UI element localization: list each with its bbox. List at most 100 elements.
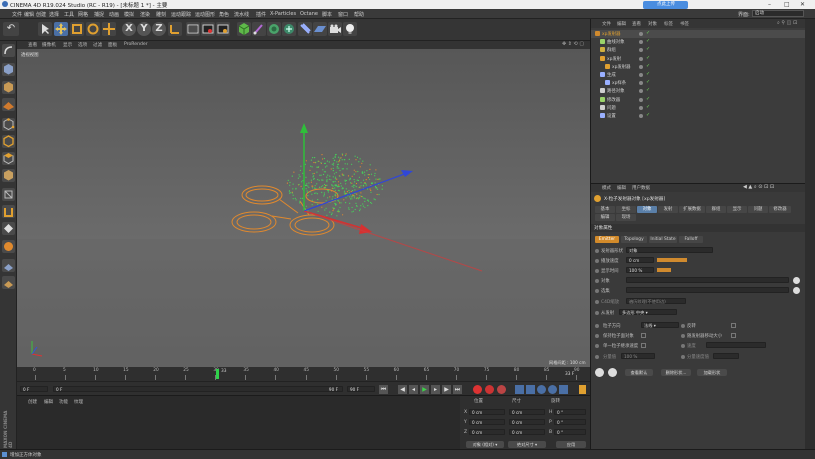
visibility-dots[interactable] xyxy=(639,114,643,118)
vp-menu-display[interactable]: 显示 xyxy=(63,42,72,48)
undo-icon[interactable]: ↶ xyxy=(3,22,19,36)
tab-questions[interactable]: 问题 xyxy=(748,206,768,213)
coord-pos-x[interactable]: 0 cm xyxy=(469,409,505,415)
coord-apply-button[interactable]: 应用 xyxy=(556,441,586,448)
field-dot[interactable] xyxy=(681,344,685,348)
minimize-icon[interactable]: – xyxy=(768,1,771,8)
enable-check-icon[interactable]: ✓ xyxy=(646,96,650,102)
vp-menu-options[interactable]: 选项 xyxy=(78,42,87,48)
workplane-icon[interactable] xyxy=(2,98,15,111)
field-dot[interactable] xyxy=(595,289,599,293)
opt-speed-field[interactable] xyxy=(706,342,766,348)
visibility-dots[interactable] xyxy=(639,40,643,45)
move-tool-icon[interactable] xyxy=(54,22,68,36)
enable-check-icon[interactable]: ✓ xyxy=(646,79,650,85)
texture-mode-icon[interactable] xyxy=(2,81,15,94)
selection-picker-icon[interactable] xyxy=(793,287,800,294)
enable-check-icon[interactable]: ✓ xyxy=(646,55,650,61)
soft-selection-icon[interactable] xyxy=(2,222,15,235)
visibility-dots[interactable] xyxy=(639,32,643,36)
menu-select[interactable]: 选择 xyxy=(49,11,59,18)
goto-end-icon[interactable]: ⏭ xyxy=(453,385,462,394)
visibility-dots[interactable] xyxy=(639,105,643,110)
om-menu-tags[interactable]: 标签 xyxy=(664,21,673,27)
object-row[interactable]: 群组 ✓ xyxy=(591,46,805,54)
edges-mode-icon[interactable] xyxy=(2,135,15,148)
object-row[interactable]: 曲线对象 ✓ xyxy=(591,38,805,46)
coord-size-mode-select[interactable]: 绝对尺寸 ▾ xyxy=(508,441,546,448)
tab-edit[interactable]: 编辑 xyxy=(595,214,615,221)
mat-menu-edit[interactable]: 编辑 xyxy=(44,399,53,405)
delete-shape-button[interactable]: 删除形状... xyxy=(661,369,691,376)
om-menu-bookmarks[interactable]: 书签 xyxy=(680,21,689,27)
timeline-ruler[interactable]: 051015202530354045505560657075808590 33 … xyxy=(17,367,590,381)
opt-component-field[interactable]: 100 % xyxy=(621,353,655,359)
visibility-dots[interactable] xyxy=(639,56,643,61)
make-editable-icon[interactable] xyxy=(2,44,15,57)
enable-check-icon[interactable]: ✓ xyxy=(646,46,650,52)
record-icon[interactable] xyxy=(473,385,482,394)
coord-pos-z[interactable]: 0 cm xyxy=(469,429,505,435)
menu-window[interactable]: 窗口 xyxy=(338,11,348,18)
play-icon[interactable]: ▶ xyxy=(420,385,429,394)
object-row[interactable]: xp样条 ✓ xyxy=(591,79,805,87)
vp-menu-cameras[interactable]: 摄像机 xyxy=(42,42,56,48)
next-key-icon[interactable]: ▶ xyxy=(442,385,451,394)
menu-tools[interactable]: 工具 xyxy=(64,11,74,18)
preset-load-icon[interactable] xyxy=(608,368,617,377)
visibility-dots[interactable] xyxy=(639,81,643,86)
attr-menu-edit[interactable]: 编辑 xyxy=(617,185,626,191)
field-c4d-scale[interactable]: 遍历纹理(不使用边) xyxy=(626,298,686,304)
tab-display[interactable]: 显示 xyxy=(727,206,747,213)
object-row[interactable]: 修改器 ✓ xyxy=(591,96,805,104)
menu-snap[interactable]: 捕捉 xyxy=(94,11,104,18)
prev-frame-icon[interactable]: ◂ xyxy=(409,385,418,394)
view-default-button[interactable]: 查看默认 xyxy=(625,369,653,376)
maximize-icon[interactable]: □ xyxy=(784,1,790,8)
field-dot[interactable] xyxy=(681,324,685,328)
upload-button[interactable]: 点此上传 xyxy=(643,1,688,9)
menu-edit[interactable]: 编辑 xyxy=(24,11,34,18)
opt-invert-checkbox[interactable] xyxy=(731,323,736,328)
recent-tool-icon[interactable] xyxy=(102,22,116,36)
scale-key-icon[interactable] xyxy=(526,385,535,394)
vp-menu-panel[interactable]: 面板 xyxy=(108,42,117,48)
viewport-nav-icons[interactable]: ✥ ⇕ ⟲ ▢ xyxy=(562,41,584,47)
enable-check-icon[interactable]: ✓ xyxy=(646,104,650,110)
snap-icon[interactable] xyxy=(2,205,15,218)
subtab-emitter[interactable]: Emitter xyxy=(595,236,619,243)
tab-live[interactable]: 现场 xyxy=(616,214,636,221)
coord-mode-select[interactable]: 对象 (相对) ▾ xyxy=(466,441,504,448)
end-frame-field[interactable]: 90 F xyxy=(347,386,375,392)
menu-script[interactable]: 脚本 xyxy=(322,11,332,18)
opt-inherit-checkbox[interactable] xyxy=(641,343,646,348)
select-tool-icon[interactable] xyxy=(38,22,52,36)
range-slider[interactable]: 0 F 90 F xyxy=(53,386,343,392)
vp-menu-filter[interactable]: 过滤 xyxy=(93,42,102,48)
tweak-mode-icon[interactable] xyxy=(2,188,15,201)
points-mode-icon[interactable] xyxy=(2,118,15,131)
object-row[interactable]: 设置 ✓ xyxy=(591,112,805,120)
vp-menu-view[interactable]: 查看 xyxy=(28,42,37,48)
pla-key-icon[interactable] xyxy=(559,385,568,394)
menu-xparticles[interactable]: X-Particles xyxy=(270,11,296,17)
render-settings-icon[interactable] xyxy=(216,22,230,36)
menu-plugins[interactable]: 插件 xyxy=(256,11,266,18)
layout-select[interactable]: 启动 xyxy=(752,10,804,17)
autokey-icon[interactable] xyxy=(485,385,494,394)
object-row[interactable]: xp发射器 ✓ xyxy=(591,30,805,38)
object-row[interactable]: xp发射 ✓ xyxy=(591,55,805,63)
playhead[interactable] xyxy=(216,369,219,379)
coord-pos-y[interactable]: 0 cm xyxy=(469,419,505,425)
floor-icon[interactable] xyxy=(313,22,327,36)
material-manager[interactable]: 创建 编辑 功能 纹理 MAXON CINEMA 4D xyxy=(3,395,460,449)
polygons-mode-icon[interactable] xyxy=(2,152,15,165)
subtab-initial-state[interactable]: Initial State xyxy=(649,236,677,243)
field-object[interactable] xyxy=(626,277,789,283)
field-dot[interactable] xyxy=(681,334,685,338)
enable-check-icon[interactable]: ✓ xyxy=(646,63,650,69)
menu-mesh[interactable]: 网格 xyxy=(78,11,88,18)
perspective-viewport[interactable]: 透视视图 网格间距 : 100 cm xyxy=(17,49,590,367)
param-key-icon[interactable] xyxy=(548,385,557,394)
field-dot[interactable] xyxy=(595,334,599,338)
